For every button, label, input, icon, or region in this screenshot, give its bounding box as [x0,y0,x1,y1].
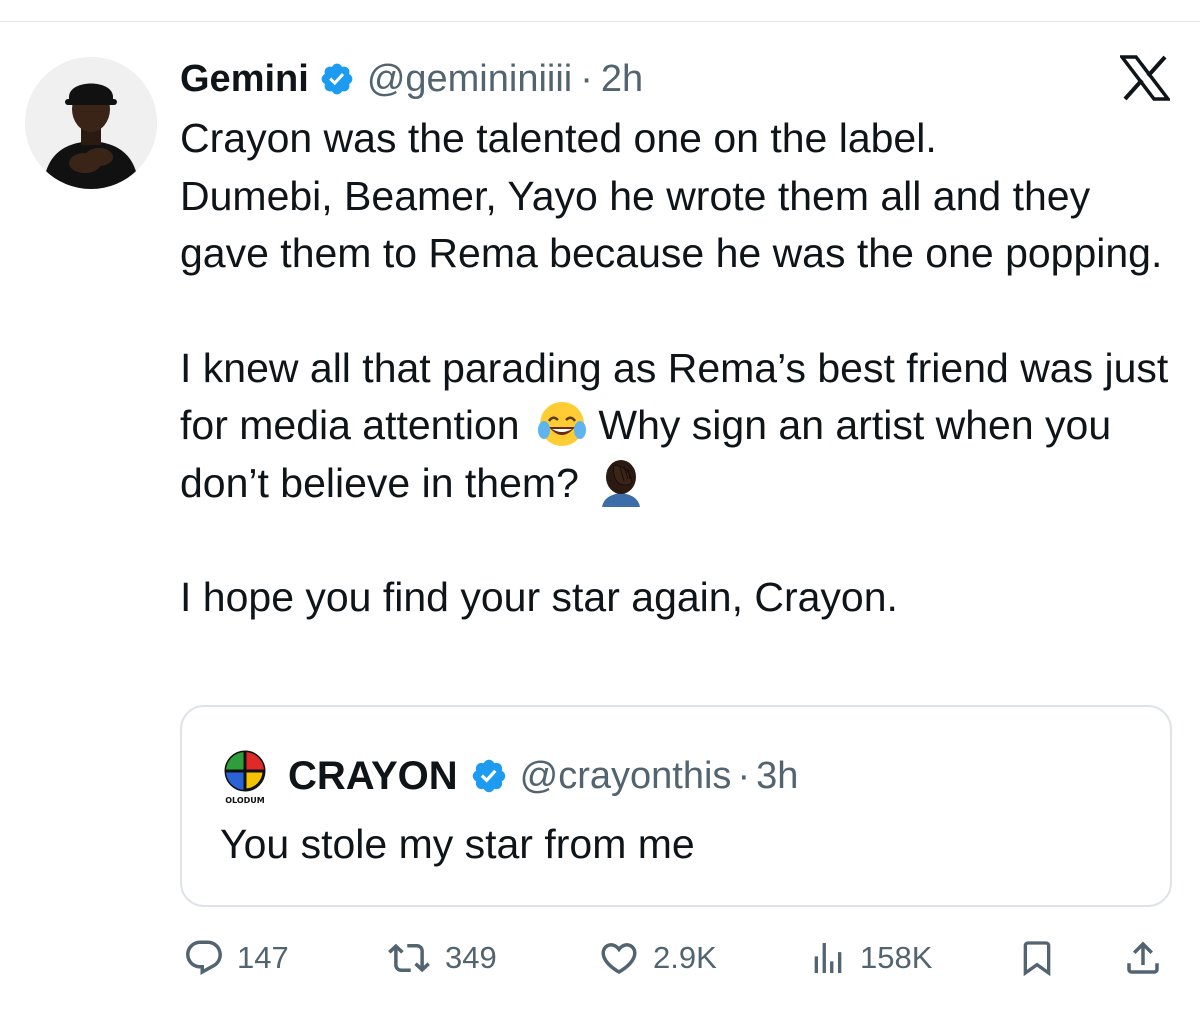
tweet-paragraph: Crayon was the talented one on the label… [180,115,1163,276]
like-button[interactable]: 2.9K [597,934,717,982]
share-icon [1127,941,1159,974]
person-facepalming-emoji [596,457,646,507]
quoted-tweet[interactable]: OLODUM CRAYON @crayonthis · 3h You stole… [180,705,1172,907]
quoted-author-name[interactable]: CRAYON [288,754,458,799]
reply-button[interactable]: 147 [183,934,289,982]
face-with-tears-of-joy-emoji [537,399,587,449]
reply-icon [186,940,222,975]
repost-button[interactable]: 349 [385,934,497,982]
tweet-time[interactable]: 2h [601,58,643,101]
quoted-tweet-header: CRAYON @crayonthis · 3h [288,749,798,803]
views-icon [814,943,842,973]
tweet-paragraph: I knew all that parading as Rema’s best … [180,340,1180,513]
author-avatar[interactable] [25,57,157,189]
quoted-avatar-text: OLODUM [225,796,265,805]
repost-icon [388,943,430,973]
tweet-header: Gemini @gemininiiii · 2h [180,52,643,106]
author-name[interactable]: Gemini [180,58,309,101]
verified-badge-icon [319,61,355,97]
reply-count: 147 [237,940,289,975]
share-button[interactable] [1122,934,1164,982]
tweet-paragraph: I hope you find your star again, Crayon. [180,574,898,620]
quoted-header-separator: · [737,754,751,797]
repost-count: 349 [445,940,497,975]
like-count: 2.9K [653,940,717,975]
tweet-text: Crayon was the talented one on the label… [180,110,1180,627]
top-divider [0,21,1200,22]
quoted-tweet-text: You stole my star from me [220,821,695,867]
author-handle[interactable]: @gemininiiii [367,58,572,101]
bookmark-button[interactable] [1017,934,1057,982]
header-separator: · [580,57,593,100]
x-logo-icon [1118,55,1172,101]
views-button[interactable]: 158K [808,934,932,982]
bookmark-icon [1023,941,1051,977]
quoted-tweet-time[interactable]: 3h [756,755,798,798]
views-count: 158K [860,940,933,975]
like-icon [601,943,637,975]
quoted-author-avatar[interactable]: OLODUM [218,747,272,807]
quoted-author-handle[interactable]: @crayonthis [520,755,732,798]
verified-badge-icon [470,757,508,795]
